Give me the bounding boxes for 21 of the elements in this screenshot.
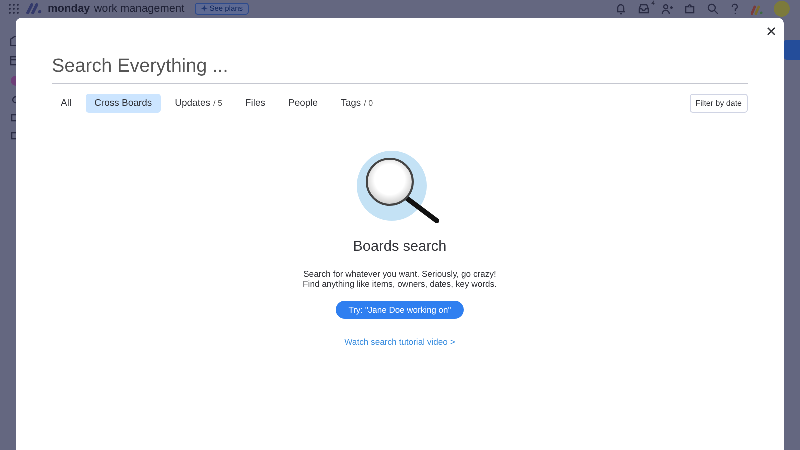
tab[interactable]: Files <box>236 94 274 113</box>
tab[interactable]: Updates / 5 <box>166 94 232 113</box>
tab[interactable]: People <box>279 94 328 113</box>
product-name: work management <box>94 2 185 14</box>
filter-by-date-button[interactable]: Filter by date <box>690 94 748 113</box>
person-plus-icon[interactable] <box>661 2 673 14</box>
logo-icon <box>26 2 42 14</box>
empty-state-title: Boards search <box>353 239 447 255</box>
apps-grid-icon[interactable] <box>8 2 20 14</box>
tab[interactable]: Tags / 0 <box>332 94 382 113</box>
tab[interactable]: Cross Boards <box>86 94 162 113</box>
try-example-button[interactable]: Try: "Jane Doe working on" <box>336 301 464 319</box>
workspace-icon[interactable] <box>10 76 16 86</box>
empty-state-description: Search for whatever you want. Seriously, go crazy! Find anything like items, owners, dates, key words. <box>303 269 497 289</box>
sparkle-icon <box>200 5 208 12</box>
inbox-icon[interactable] <box>638 2 650 14</box>
help-icon[interactable] <box>730 2 740 14</box>
bell-icon[interactable] <box>615 2 627 14</box>
colorful-logo-icon <box>751 2 763 14</box>
tab[interactable]: All <box>52 94 81 113</box>
brand-name: monday <box>48 2 90 14</box>
